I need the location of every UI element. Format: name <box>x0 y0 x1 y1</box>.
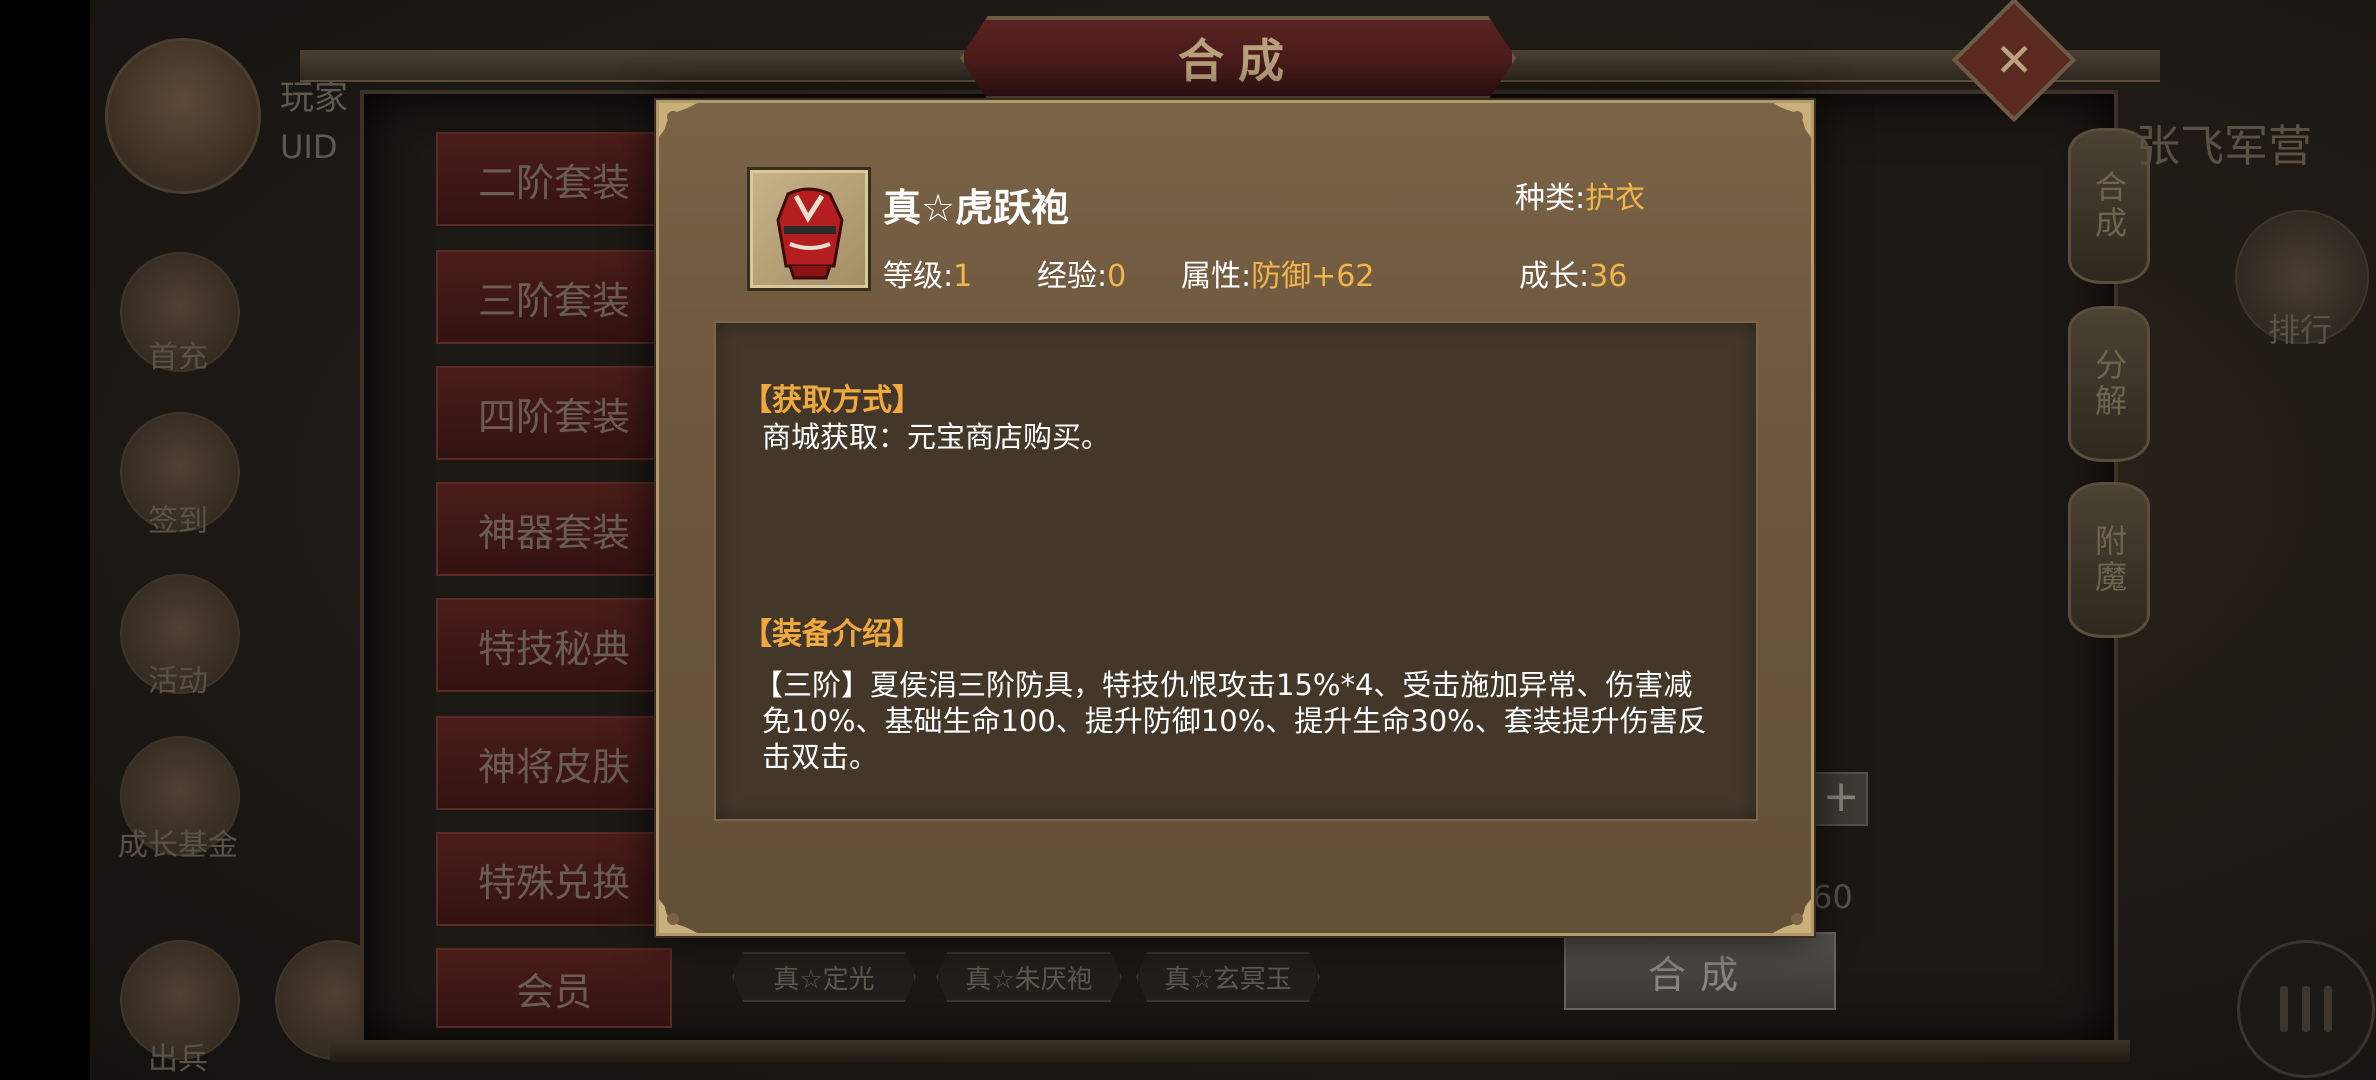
item-info-panel: 【获取方式】 商城获取：元宝商店购买。 【装备介绍】 【三阶】夏侯涓三阶防具，特… <box>714 321 1758 821</box>
item-exp: 经验:0 <box>1037 251 1126 295</box>
item-type: 种类:护衣 <box>1515 173 1645 217</box>
item-type-label: 种类: <box>1515 181 1586 216</box>
category-general-skin[interactable]: 神将皮肤 <box>436 716 672 810</box>
category-artifact-set[interactable]: 神器套装 <box>436 482 672 576</box>
item-attribute: 属性:防御+62 <box>1181 251 1374 295</box>
category-vip[interactable]: 会员 <box>436 948 672 1028</box>
corner-ornament-icon <box>657 101 711 141</box>
category-skill-book[interactable]: 特技秘典 <box>436 598 672 692</box>
robe-item-icon <box>747 167 871 291</box>
player-uid: UID <box>280 128 338 166</box>
acquire-title: 【获取方式】 <box>742 383 922 418</box>
category-tier3-set[interactable]: 三阶套装 <box>436 250 672 344</box>
corner-ornament-icon <box>657 895 711 935</box>
menu-icon[interactable] <box>2237 940 2375 1078</box>
first-charge-label: 首充 <box>148 340 208 375</box>
close-icon: ✕ <box>1994 32 2034 87</box>
category-tier4-set[interactable]: 四阶套装 <box>436 366 672 460</box>
item-detail-popup: 真☆虎跃袍 种类:护衣 等级:1 经验:0 属性:防御+62 成长:36 【获取… <box>656 100 1814 936</box>
item-name: 真☆虎跃袍 <box>883 186 1070 230</box>
left-edge <box>0 0 90 1080</box>
corner-ornament-icon <box>1759 101 1813 141</box>
activity-label: 活动 <box>148 664 208 699</box>
compose-button[interactable]: 合成 <box>1564 932 1836 1010</box>
item-attribute-label: 属性: <box>1181 259 1252 294</box>
category-special-exchange[interactable]: 特殊兑换 <box>436 832 672 926</box>
rank-label: 排行 <box>2267 311 2332 349</box>
intro-title: 【装备介绍】 <box>742 617 922 652</box>
item-level-label: 等级: <box>883 259 954 294</box>
player-avatar[interactable] <box>105 38 261 194</box>
item-exp-label: 经验: <box>1037 259 1108 294</box>
item-growth-label: 成长: <box>1519 259 1590 294</box>
acquire-text: 商城获取：元宝商店购买。 <box>762 420 1111 454</box>
item-attribute-value: 防御+62 <box>1251 259 1375 294</box>
window-title-plate: 合成 <box>960 16 1516 100</box>
dispatch-label: 出兵 <box>148 1042 208 1077</box>
item-tag-xuanmingyu[interactable]: 真☆玄冥玉 <box>1136 952 1320 1002</box>
tab-decompose[interactable]: 分解 <box>2068 306 2150 462</box>
sign-in-label: 签到 <box>148 504 208 539</box>
item-tag-dingguang[interactable]: 真☆定光 <box>732 952 916 1002</box>
category-tier2-set[interactable]: 二阶套装 <box>436 132 672 226</box>
growth-fund-label: 成长基金 <box>118 828 238 863</box>
intro-text: 【三阶】夏侯涓三阶防具，特技仇恨攻击15%*4、受击施加异常、伤害减免10%、基… <box>754 668 1707 774</box>
item-type-value: 护衣 <box>1585 181 1646 216</box>
item-level: 等级:1 <box>883 251 972 295</box>
bottom-frame-bar <box>330 1040 2130 1062</box>
plus-button[interactable]: + <box>1814 772 1868 826</box>
window-title: 合成 <box>1178 34 1298 88</box>
item-tag-zhuyanpao[interactable]: 真☆朱厌袍 <box>936 952 1122 1002</box>
corner-ornament-icon <box>1759 895 1813 935</box>
camp-label: 张飞军营 <box>2136 121 2312 172</box>
item-growth-value: 36 <box>1589 259 1628 294</box>
material-count: 60 <box>1812 878 1853 916</box>
item-growth: 成长:36 <box>1519 251 1627 295</box>
tab-enchant[interactable]: 附魔 <box>2068 482 2150 638</box>
item-level-value: 1 <box>953 259 973 294</box>
item-exp-value: 0 <box>1107 259 1127 294</box>
